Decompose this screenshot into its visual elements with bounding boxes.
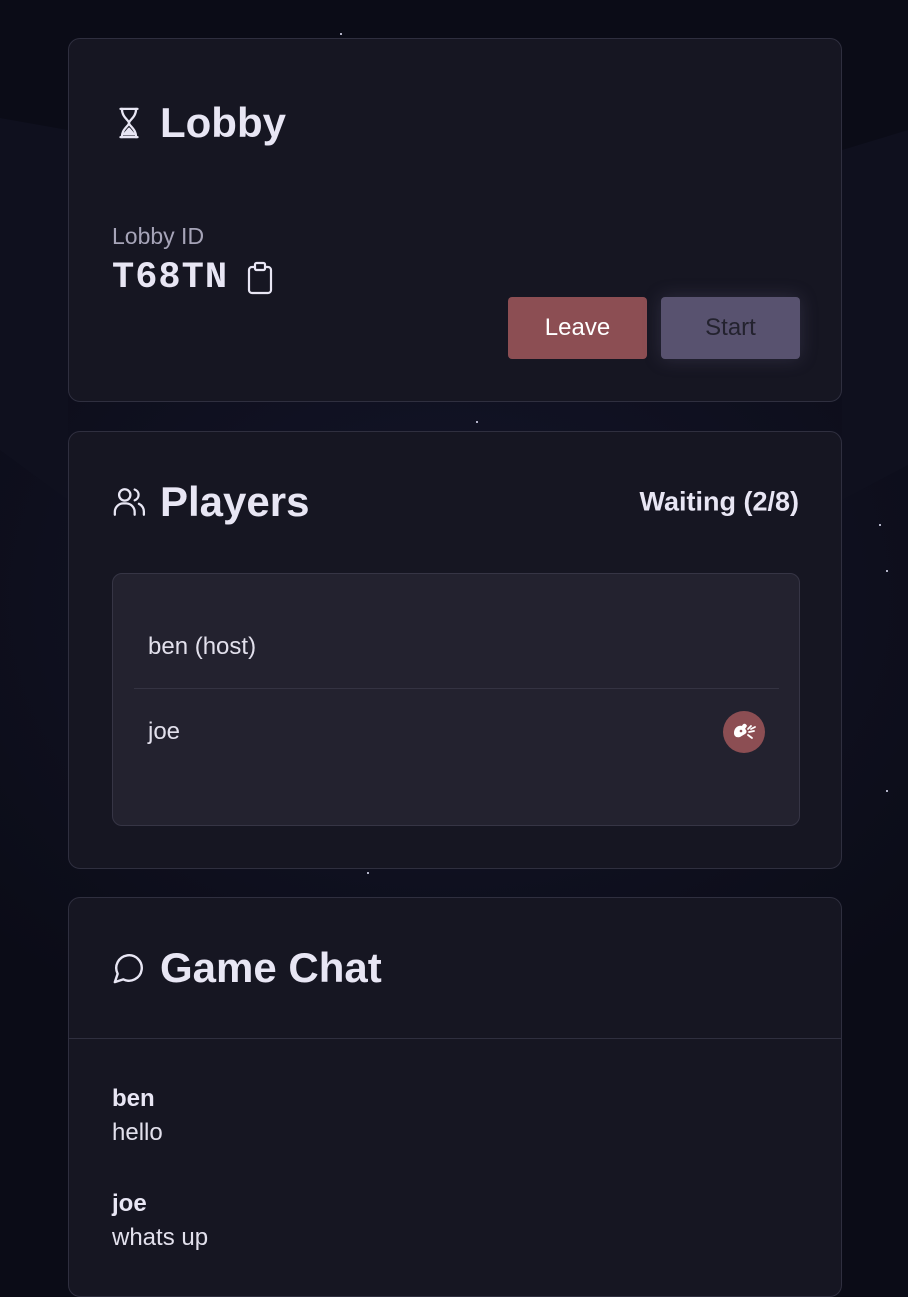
lobby-title: Lobby	[160, 99, 286, 146]
star	[476, 421, 478, 423]
kick-player-button[interactable]	[723, 711, 765, 753]
start-button[interactable]: Start	[661, 297, 800, 359]
lobby-card: Lobby Lobby ID T68TN Leave Start	[68, 38, 842, 402]
leave-button[interactable]: Leave	[508, 297, 647, 359]
message-author: joe	[112, 1190, 147, 1217]
star	[879, 524, 881, 526]
chat-divider	[69, 1038, 841, 1039]
star	[886, 790, 888, 792]
chat-title: Game Chat	[160, 944, 382, 991]
chat-bubble-icon	[112, 951, 146, 985]
clipboard-icon[interactable]	[246, 261, 274, 295]
message-text: whats up	[112, 1224, 209, 1251]
users-icon	[112, 485, 146, 519]
list-item: ben (host)	[134, 605, 779, 689]
lobby-id-row: T68TN	[112, 257, 274, 299]
player-list: ben (host) joe	[112, 573, 800, 826]
list-item: joe	[134, 690, 779, 774]
star	[886, 570, 888, 572]
chat-message: joe whats up	[112, 1190, 208, 1252]
message-text: hello	[112, 1119, 163, 1146]
lobby-status: Waiting (2/8)	[639, 486, 800, 517]
lobby-id-value: T68TN	[112, 257, 229, 299]
star	[367, 872, 369, 874]
chat-card: Game Chat ben hello joe whats up	[68, 897, 842, 1297]
player-name: joe	[148, 718, 181, 745]
kick-icon	[734, 723, 756, 739]
hourglass-icon	[112, 106, 146, 140]
chat-message: ben hello	[112, 1085, 163, 1147]
star	[340, 33, 342, 35]
chat-header: Game Chat	[112, 944, 382, 992]
players-title: Players	[160, 478, 310, 525]
lobby-header: Lobby	[112, 99, 286, 147]
players-card: Players Waiting (2/8) ben (host) joe	[68, 431, 842, 869]
players-header: Players	[112, 478, 309, 526]
lobby-id-label: Lobby ID	[112, 223, 205, 249]
player-name: ben (host)	[148, 632, 257, 660]
message-author: ben	[112, 1085, 155, 1112]
